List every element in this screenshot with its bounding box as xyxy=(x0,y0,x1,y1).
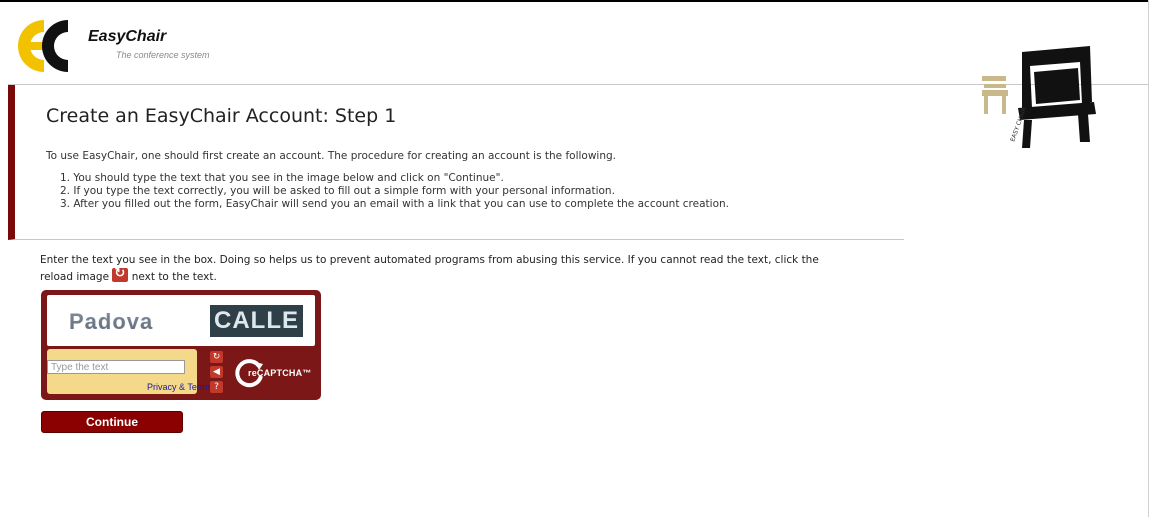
intro-text: To use EasyChair, one should first creat… xyxy=(46,150,616,162)
captcha-image: Padova CALLE xyxy=(47,295,315,346)
brand-name: EasyChair xyxy=(88,28,167,45)
step-item: 2. If you type the text correctly, you w… xyxy=(60,185,615,197)
step-item: 3. After you filled out the form, EasyCh… xyxy=(60,198,729,210)
chairs-illustration: EASY CHAIR xyxy=(982,46,1096,148)
step-item: 1. You should type the text that you see… xyxy=(60,172,504,184)
captcha-input[interactable] xyxy=(47,360,185,374)
captcha-instructions: Enter the text you see in the box. Doing… xyxy=(40,253,820,285)
captcha-audio-icon[interactable]: ◀ xyxy=(210,366,223,378)
steps-list: 1. You should type the text that you see… xyxy=(60,172,729,211)
captcha-reload-icon[interactable]: ↻ xyxy=(210,351,223,363)
window-top-border xyxy=(0,0,1163,2)
scrollbar-track[interactable] xyxy=(1148,0,1163,517)
instructions-text-end: next to the text. xyxy=(131,271,217,283)
easychair-logo-icon xyxy=(18,20,68,72)
continue-button[interactable]: Continue xyxy=(41,411,183,433)
brand-tagline: The conference system xyxy=(116,50,210,60)
page-title: Create an EasyChair Account: Step 1 xyxy=(46,105,397,127)
reload-icon xyxy=(112,266,129,282)
recaptcha-widget: Padova CALLE Privacy & Terms ↻ ◀ ? reCAP… xyxy=(41,290,321,400)
captcha-help-icon[interactable]: ? xyxy=(210,381,223,393)
captcha-word-2: CALLE xyxy=(210,305,303,337)
privacy-terms-link[interactable]: Privacy & Terms xyxy=(147,382,212,392)
easychair-logo[interactable]: EasyChair The conference system xyxy=(14,16,254,76)
recaptcha-logo-text: reCAPTCHA™ xyxy=(248,368,312,378)
captcha-word-1: Padova xyxy=(69,309,154,334)
